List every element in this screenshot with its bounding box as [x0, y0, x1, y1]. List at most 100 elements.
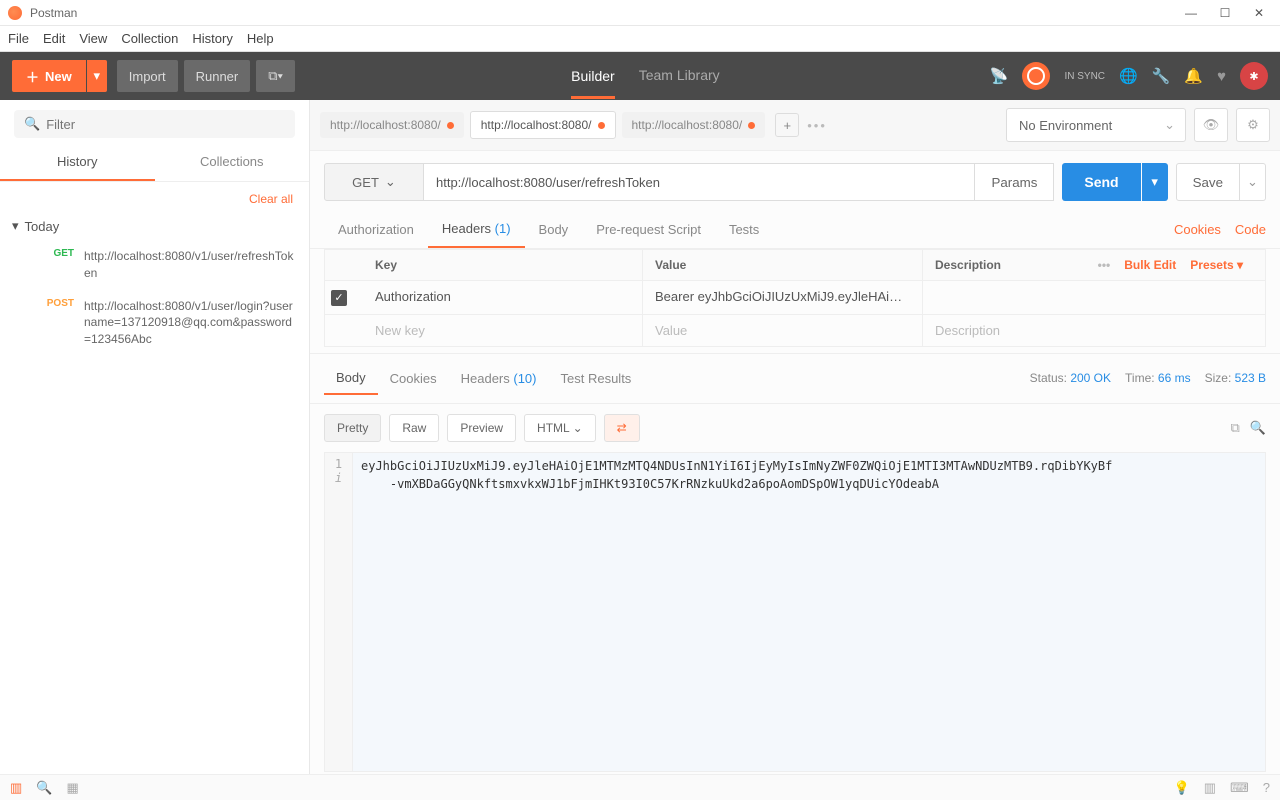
avatar[interactable]: ✱: [1240, 62, 1268, 90]
header-key[interactable]: Authorization: [363, 281, 643, 314]
line-number: 1: [325, 457, 352, 471]
filter-input[interactable]: [46, 117, 285, 132]
save-button[interactable]: Save: [1176, 163, 1240, 201]
search-icon: 🔍: [24, 116, 40, 132]
resp-tab-headers[interactable]: Headers (10): [449, 363, 549, 394]
menu-history[interactable]: History: [192, 31, 232, 46]
filter-box[interactable]: 🔍: [14, 110, 295, 138]
close-button[interactable]: ✕: [1252, 6, 1266, 20]
cookies-link[interactable]: Cookies: [1174, 222, 1221, 237]
add-tab-button[interactable]: +: [775, 113, 799, 137]
bulk-edit-link[interactable]: Bulk Edit: [1124, 258, 1176, 272]
chevron-down-icon: ▾: [12, 218, 19, 234]
copy-icon[interactable]: ⧉: [1231, 420, 1240, 436]
environment-select[interactable]: No Environment: [1006, 108, 1186, 142]
globe-icon[interactable]: 🌐: [1119, 67, 1138, 85]
header-col-description: Description: [935, 258, 1001, 272]
postman-logo: [8, 6, 22, 20]
response-body[interactable]: eyJhbGciOiJIUzUxMiJ9.eyJleHAiOjE1MTMzMTQ…: [353, 453, 1265, 771]
send-dropdown[interactable]: ▾: [1142, 163, 1168, 201]
header-description[interactable]: [923, 281, 1265, 314]
time-value: 66 ms: [1158, 371, 1191, 385]
url-input[interactable]: [424, 163, 975, 201]
header-value[interactable]: Bearer eyJhbGciOiJIUzUxMiJ9.eyJleHAiOjE1…: [643, 281, 923, 314]
clear-all-link[interactable]: Clear all: [0, 182, 309, 212]
wrap-toggle[interactable]: ⇄: [604, 414, 640, 442]
sidebar-tab-history[interactable]: History: [0, 144, 155, 181]
search-response-icon[interactable]: 🔍: [1250, 420, 1266, 436]
request-tab[interactable]: http://localhost:8080/: [470, 111, 616, 139]
history-group-today[interactable]: ▾Today: [0, 212, 309, 240]
tabs-more-button[interactable]: •••: [807, 118, 827, 133]
resp-tab-cookies[interactable]: Cookies: [378, 363, 449, 394]
resp-tab-body[interactable]: Body: [324, 362, 378, 395]
checkbox-icon[interactable]: ✓: [331, 290, 347, 306]
menu-view[interactable]: View: [79, 31, 107, 46]
view-pretty[interactable]: Pretty: [324, 414, 381, 442]
unsaved-dot-icon: [598, 122, 605, 129]
headers-more-button[interactable]: •••: [1098, 258, 1111, 272]
new-window-button[interactable]: ⧉▾: [256, 60, 295, 92]
header-row-new[interactable]: New key Value Description: [325, 314, 1265, 346]
sidebar-toggle-icon[interactable]: ▥: [10, 780, 22, 796]
environment-preview-button[interactable]: 👁: [1194, 108, 1228, 142]
save-dropdown[interactable]: ⌄: [1240, 163, 1266, 201]
heart-icon[interactable]: ♥: [1217, 68, 1226, 85]
history-item[interactable]: POST http://localhost:8080/v1/user/login…: [0, 290, 309, 356]
params-button[interactable]: Params: [975, 163, 1054, 201]
tab-builder[interactable]: Builder: [571, 68, 615, 99]
send-button[interactable]: Send: [1062, 163, 1140, 201]
import-button[interactable]: Import: [117, 60, 178, 92]
request-tab[interactable]: http://localhost:8080/: [622, 112, 766, 138]
subtab-headers[interactable]: Headers (1): [428, 211, 525, 248]
plus-icon: ＋: [26, 67, 39, 86]
menu-edit[interactable]: Edit: [43, 31, 65, 46]
header-col-key: Key: [363, 250, 643, 280]
sync-status: IN SYNC: [1064, 71, 1105, 82]
subtab-body[interactable]: Body: [525, 212, 583, 247]
sync-icon[interactable]: [1022, 62, 1050, 90]
tab-team-library[interactable]: Team Library: [639, 67, 720, 85]
menubar: File Edit View Collection History Help: [0, 26, 1280, 52]
subtab-prerequest[interactable]: Pre-request Script: [582, 212, 715, 247]
window-title: Postman: [30, 6, 1184, 20]
bell-icon[interactable]: 🔔: [1184, 67, 1203, 85]
header-col-value: Value: [643, 250, 923, 280]
subtab-tests[interactable]: Tests: [715, 212, 773, 247]
chevron-down-icon: ⌄: [385, 174, 396, 190]
request-tab[interactable]: http://localhost:8080/: [320, 112, 464, 138]
history-item[interactable]: GET http://localhost:8080/v1/user/refres…: [0, 240, 309, 290]
two-pane-icon[interactable]: ▥: [1204, 780, 1216, 796]
history-method: POST: [40, 298, 74, 348]
history-url: http://localhost:8080/v1/user/refreshTok…: [84, 248, 297, 282]
minimize-button[interactable]: —: [1184, 6, 1198, 20]
sidebar-tab-collections[interactable]: Collections: [155, 144, 310, 181]
new-dropdown[interactable]: ▾: [87, 60, 107, 92]
size-value: 523 B: [1235, 371, 1266, 385]
format-select[interactable]: HTML ⌄: [524, 414, 596, 442]
history-method: GET: [40, 248, 74, 282]
menu-collection[interactable]: Collection: [121, 31, 178, 46]
header-row[interactable]: ✓ Authorization Bearer eyJhbGciOiJIUzUxM…: [325, 280, 1265, 314]
subtab-authorization[interactable]: Authorization: [324, 212, 428, 247]
help-icon[interactable]: ?: [1263, 780, 1270, 796]
method-select[interactable]: GET⌄: [324, 163, 424, 201]
runner-button[interactable]: Runner: [184, 60, 251, 92]
maximize-button[interactable]: ☐: [1218, 6, 1232, 20]
wrench-icon[interactable]: 🔧: [1152, 67, 1171, 85]
code-link[interactable]: Code: [1235, 222, 1266, 237]
keyboard-icon[interactable]: ⌨: [1230, 780, 1249, 796]
environment-settings-button[interactable]: ⚙: [1236, 108, 1270, 142]
status-value: 200 OK: [1070, 371, 1111, 385]
lightbulb-icon[interactable]: 💡: [1174, 780, 1190, 796]
presets-link[interactable]: Presets ▾: [1190, 258, 1243, 272]
view-preview[interactable]: Preview: [447, 414, 516, 442]
view-raw[interactable]: Raw: [389, 414, 439, 442]
find-icon[interactable]: 🔍: [36, 780, 52, 796]
console-icon[interactable]: ▦: [66, 780, 78, 796]
new-button[interactable]: ＋New: [12, 60, 86, 92]
menu-help[interactable]: Help: [247, 31, 274, 46]
resp-tab-tests[interactable]: Test Results: [549, 363, 644, 394]
capture-icon[interactable]: 📡: [990, 67, 1009, 85]
menu-file[interactable]: File: [8, 31, 29, 46]
